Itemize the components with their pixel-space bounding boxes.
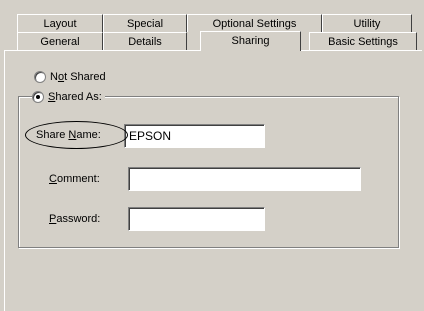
share-name-label-prefix: Share <box>36 129 69 141</box>
tab-details[interactable]: Details <box>103 32 187 50</box>
shared-as-radio[interactable] <box>32 91 44 103</box>
comment-accelerator: C <box>49 173 57 185</box>
tab-sharing[interactable]: Sharing <box>200 31 301 51</box>
tab-basic-settings[interactable]: Basic Settings <box>309 32 417 50</box>
password-label: Password: <box>49 211 100 227</box>
password-label-suffix: assword: <box>56 213 101 225</box>
tab-details-label: Details <box>128 36 162 48</box>
share-name-label-suffix: ame: <box>76 129 101 141</box>
not-shared-label-prefix: N <box>50 71 58 83</box>
share-name-input[interactable]: EPSON <box>124 124 265 148</box>
tab-optional-settings-label: Optional Settings <box>212 18 297 30</box>
shared-as-option[interactable]: Shared As: <box>32 90 105 104</box>
share-name-label: Share Name: <box>36 127 101 143</box>
comment-label: Comment: <box>49 171 100 187</box>
shared-as-label: Shared As: <box>48 90 102 104</box>
not-shared-label-suffix: t Shared <box>64 71 106 83</box>
not-shared-radio[interactable] <box>34 71 46 83</box>
tab-special-label: Special <box>126 18 164 30</box>
comment-label-suffix: omment: <box>56 173 100 185</box>
tab-optional-settings[interactable]: Optional Settings <box>187 14 322 32</box>
password-input[interactable] <box>128 207 265 231</box>
tab-general[interactable]: General <box>17 32 103 50</box>
tab-special[interactable]: Special <box>103 14 187 32</box>
sharing-dialog: Layout Special Optional Settings Utility… <box>0 0 424 311</box>
tab-layout-label: Layout <box>43 18 77 30</box>
tab-basic-settings-label: Basic Settings <box>328 36 398 48</box>
tab-sharing-label: Sharing <box>231 35 270 47</box>
tab-layout[interactable]: Layout <box>17 14 103 32</box>
not-shared-option[interactable]: Not Shared <box>34 70 106 84</box>
comment-input[interactable] <box>128 167 361 191</box>
tab-utility-label: Utility <box>353 18 381 30</box>
shared-as-label-suffix: hared As: <box>55 91 102 103</box>
tab-general-label: General <box>40 36 80 48</box>
not-shared-label: Not Shared <box>50 70 106 84</box>
tab-utility[interactable]: Utility <box>322 14 412 32</box>
